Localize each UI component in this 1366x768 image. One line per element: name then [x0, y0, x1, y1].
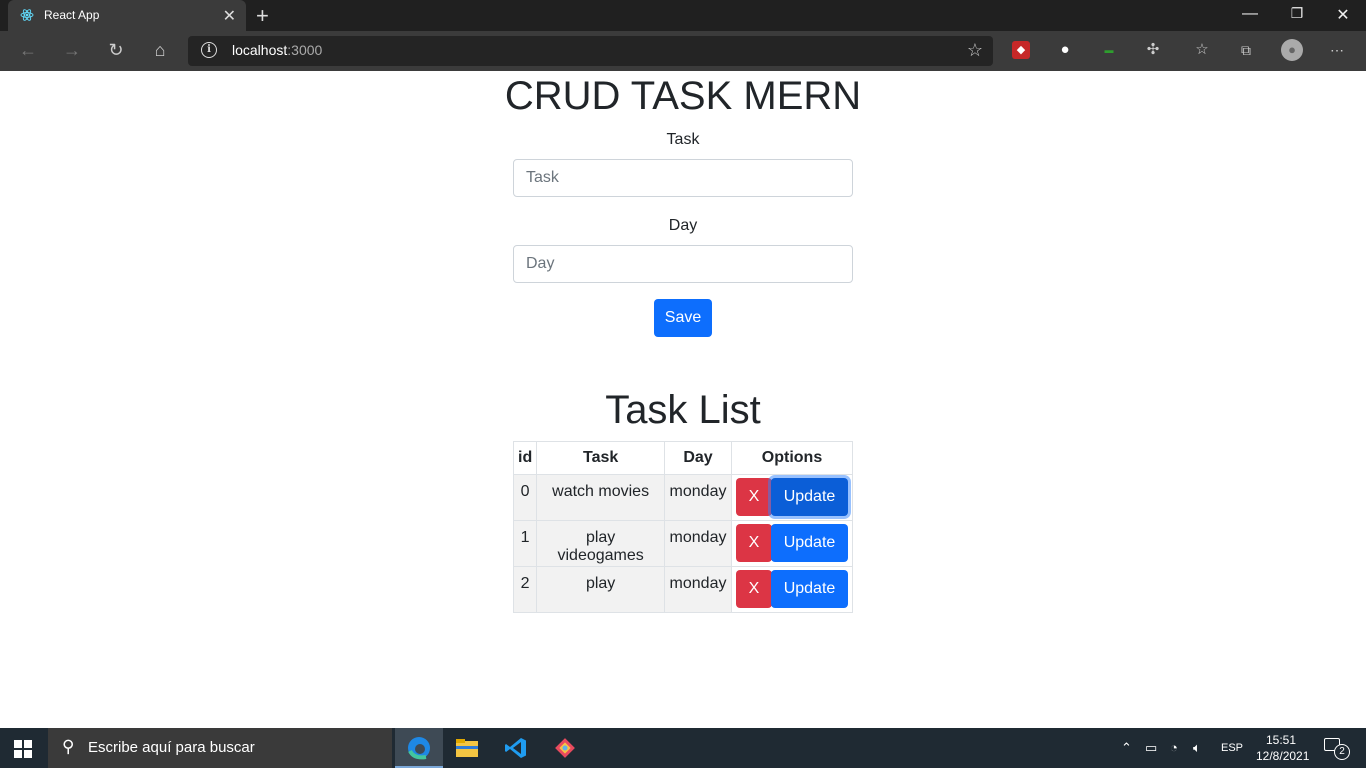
extension-red-icon[interactable]: ◆ — [1012, 41, 1030, 59]
extension-green-icon[interactable]: ▬ — [1100, 41, 1118, 59]
site-info-icon[interactable]: i — [201, 42, 217, 58]
clock-date: 12/8/2021 — [1256, 749, 1310, 763]
task-label: Task — [666, 131, 700, 148]
header-options: Options — [731, 441, 853, 475]
more-menu-icon[interactable]: ⋯ — [1328, 41, 1346, 59]
url-text: localhost:3000 — [232, 42, 322, 58]
tab-title: React App — [44, 8, 100, 22]
day-input[interactable] — [513, 245, 853, 283]
table-row: 2 play monday X Update — [512, 566, 853, 613]
edge-logo-icon — [408, 737, 430, 760]
update-button[interactable]: Update — [771, 570, 848, 608]
cell-options: X Update — [731, 566, 853, 613]
folder-icon — [456, 739, 478, 757]
cell-task: play videogames — [536, 520, 666, 567]
cell-id: 2 — [512, 566, 538, 613]
search-placeholder: Escribe aquí para buscar — [88, 739, 255, 756]
cell-day: monday — [664, 566, 732, 613]
git-app-icon[interactable] — [541, 728, 589, 768]
url-host: localhost — [232, 42, 288, 58]
tab-react-app[interactable]: React App ✕ — [8, 0, 246, 31]
header-id: id — [512, 441, 538, 475]
task-input[interactable] — [513, 159, 853, 197]
cell-options: X Update — [731, 520, 853, 567]
cell-task: watch movies — [536, 474, 666, 521]
table-row: 1 play videogames monday X Update — [512, 520, 853, 567]
task-list-title: Task List — [605, 388, 761, 432]
notification-count: 2 — [1334, 744, 1350, 760]
clock-time: 15:51 — [1265, 733, 1297, 747]
extension-circle-icon[interactable]: ● — [1056, 41, 1074, 59]
cell-id: 0 — [512, 474, 538, 521]
delete-button[interactable]: X — [736, 570, 772, 608]
add-favorite-icon[interactable]: ☆ — [967, 40, 983, 61]
home-icon[interactable]: ⌂ — [148, 40, 172, 61]
taskbar-search[interactable]: ⚲ Escribe aquí para buscar — [48, 728, 392, 768]
header-day: Day — [664, 441, 732, 475]
language-indicator[interactable]: ESP — [1221, 742, 1243, 754]
update-button[interactable]: Update — [771, 524, 848, 562]
day-label: Day — [668, 217, 698, 234]
favorites-icon[interactable]: ☆ — [1193, 41, 1211, 59]
vscode-app-icon[interactable] — [492, 728, 540, 768]
wifi-icon[interactable]: ◔ — [1170, 740, 1178, 755]
page-title: CRUD TASK MERN — [504, 74, 862, 118]
table-header-row: id Task Day Options — [512, 441, 853, 475]
url-port: :3000 — [287, 42, 323, 58]
show-hidden-icons-icon[interactable]: ⌃ — [1121, 740, 1132, 756]
refresh-icon[interactable]: ↻ — [104, 40, 128, 61]
extensions-puzzle-icon[interactable]: ✣ — [1144, 41, 1162, 59]
collections-icon[interactable]: ⧉ — [1237, 41, 1255, 59]
clock[interactable]: 15:51 12/8/2021 — [1256, 732, 1310, 764]
profile-avatar-icon[interactable]: ● — [1281, 39, 1303, 61]
notification-center-icon[interactable]: 2 — [1324, 738, 1350, 760]
taskbar: ⚲ Escribe aquí para buscar ⌃ ▭ ◔ 🔈︎ ESP — [0, 728, 1366, 768]
restore-icon[interactable]: ❐ — [1283, 5, 1311, 22]
browser-toolbar: ← → ↻ ⌂ i localhost:3000 ☆ ◆ ● ▬ ✣ ☆ ⧉ ●… — [0, 31, 1366, 71]
forward-icon[interactable]: → — [60, 40, 84, 61]
volume-icon[interactable]: 🔈︎ — [1193, 740, 1201, 756]
gitkraken-logo-icon — [555, 738, 575, 758]
header-task: Task — [536, 441, 666, 475]
close-window-icon[interactable]: ✕ — [1329, 5, 1357, 25]
windows-start-icon[interactable] — [14, 740, 32, 758]
react-logo-icon — [20, 9, 34, 21]
task-table: id Task Day Options 0 watch movies monda… — [512, 441, 853, 613]
back-icon[interactable]: ← — [16, 40, 40, 61]
edge-app-icon[interactable] — [395, 728, 443, 768]
search-icon: ⚲ — [62, 737, 75, 756]
cell-task: play — [536, 566, 666, 613]
cell-options: X Update — [731, 474, 853, 521]
table-row: 0 watch movies monday X Update — [512, 474, 853, 521]
file-explorer-icon[interactable] — [443, 728, 491, 768]
delete-button[interactable]: X — [736, 524, 772, 562]
cell-id: 1 — [512, 520, 538, 567]
close-tab-icon[interactable]: ✕ — [223, 6, 236, 26]
cell-day: monday — [664, 474, 732, 521]
delete-button[interactable]: X — [736, 478, 772, 516]
address-bar[interactable]: i localhost:3000 ☆ — [188, 36, 993, 66]
update-button[interactable]: Update — [771, 478, 848, 516]
cell-day: monday — [664, 520, 732, 567]
minimize-icon[interactable]: — — [1236, 5, 1264, 23]
battery-icon[interactable]: ▭ — [1145, 740, 1157, 756]
new-tab-icon[interactable]: + — [256, 3, 269, 29]
save-button[interactable]: Save — [654, 299, 712, 337]
browser-tab-strip: React App ✕ + — ❐ ✕ — [0, 0, 1366, 31]
vscode-logo-icon — [505, 738, 526, 758]
